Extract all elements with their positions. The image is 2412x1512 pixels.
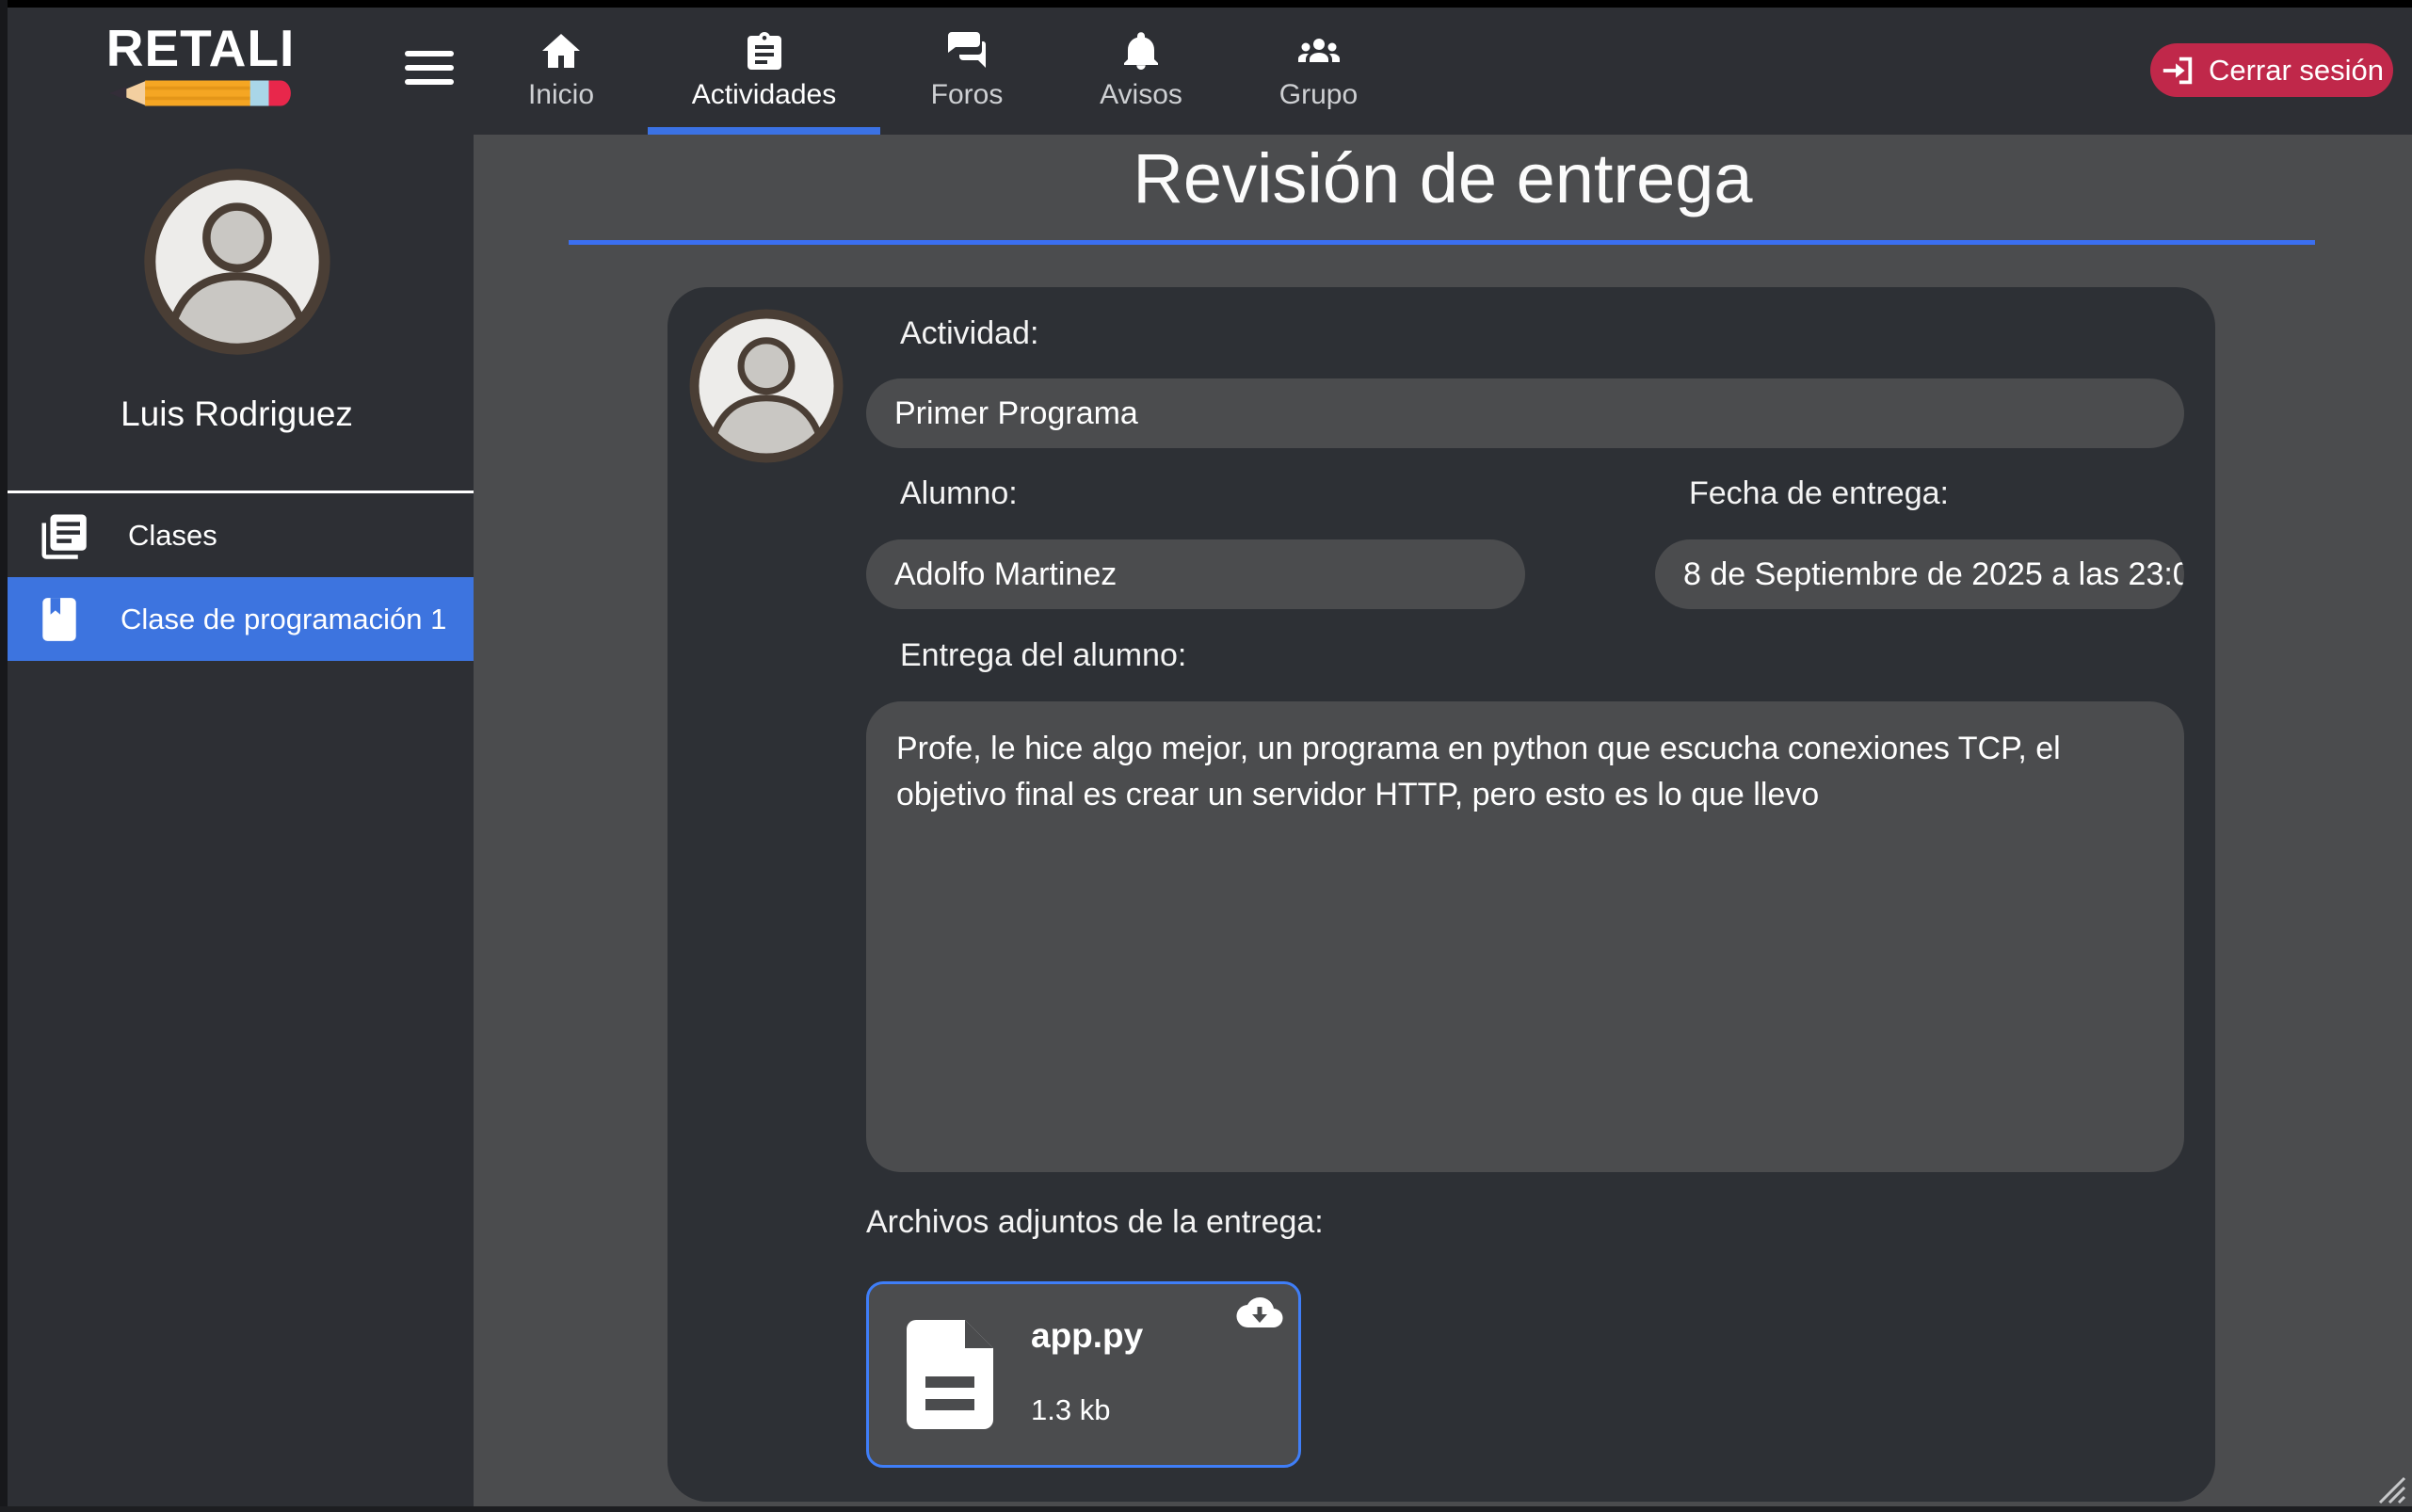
tab-foros[interactable]: Foros <box>896 8 1037 135</box>
logout-label: Cerrar sesión <box>2209 54 2384 88</box>
group-icon <box>1296 28 1342 73</box>
adjuntos-label: Archivos adjuntos de la entrega: <box>866 1204 1324 1241</box>
home-icon <box>539 28 584 73</box>
top-navbar: RETALI Inicio <box>0 8 2412 135</box>
tab-inicio[interactable]: Inicio <box>490 8 633 135</box>
sidebar: Luis Rodriguez Clases Clase de programac… <box>0 135 474 1512</box>
sidebar-item-clase-programacion[interactable]: Clase de programación 1 <box>0 577 474 661</box>
main-content: Revisión de entrega Actividad: Primer Pr… <box>474 135 2412 1512</box>
title-underline <box>569 240 2315 245</box>
tab-avisos[interactable]: Avisos <box>1066 8 1216 135</box>
window-edge-bottom <box>0 1506 2412 1512</box>
alumno-field[interactable]: Adolfo Martinez <box>866 539 1525 609</box>
window-edge-left <box>0 0 8 1512</box>
sidebar-item-clases[interactable]: Clases <box>0 493 474 577</box>
attachment-filename: app.py <box>1031 1316 1143 1356</box>
actividad-label: Actividad: <box>900 315 1038 352</box>
attachment-card[interactable]: app.py 1.3 kb <box>866 1281 1301 1468</box>
entrega-textarea[interactable]: Profe, le hice algo mejor, un programa e… <box>866 701 2184 1172</box>
logout-icon <box>2160 53 2195 88</box>
fecha-field[interactable]: 8 de Septiembre de 2025 a las 23:03 <box>1655 539 2184 609</box>
clipboard-icon <box>742 28 787 73</box>
tab-actividades[interactable]: Actividades <box>648 8 880 135</box>
app-logo[interactable]: RETALI <box>102 23 299 115</box>
alumno-label: Alumno: <box>900 475 1018 512</box>
file-document-icon <box>897 1316 1003 1433</box>
sidebar-item-label: Clase de programación 1 <box>121 603 446 636</box>
fecha-label: Fecha de entrega: <box>1689 475 1949 512</box>
user-name: Luis Rodriguez <box>0 394 474 434</box>
user-avatar <box>140 165 334 359</box>
attachment-filesize: 1.3 kb <box>1031 1393 1110 1427</box>
hamburger-bar <box>405 79 454 85</box>
app-window: RETALI Inicio <box>0 0 2412 1512</box>
page-title: Revisión de entrega <box>474 138 2412 218</box>
resize-gripper[interactable] <box>2372 1471 2406 1504</box>
pencil-icon <box>105 76 297 110</box>
cloud-download-icon[interactable] <box>1236 1295 1283 1329</box>
menu-toggle-button[interactable] <box>405 51 454 92</box>
sidebar-item-label: Clases <box>128 519 217 553</box>
submission-card: Actividad: Primer Programa Alumno: Adolf… <box>667 287 2215 1502</box>
student-avatar <box>686 306 846 466</box>
library-icon <box>38 510 88 561</box>
forum-icon <box>944 28 989 73</box>
hamburger-bar <box>405 65 454 71</box>
window-edge-top <box>0 0 2412 8</box>
tab-grupo[interactable]: Grupo <box>1241 8 1396 135</box>
bell-icon <box>1118 28 1164 73</box>
logo-text: RETALI <box>102 23 299 74</box>
hamburger-bar <box>405 51 454 56</box>
entrega-label: Entrega del alumno: <box>900 637 1186 674</box>
actividad-field[interactable]: Primer Programa <box>866 378 2184 448</box>
class-book-icon <box>38 596 81 643</box>
logout-button[interactable]: Cerrar sesión <box>2150 43 2393 97</box>
